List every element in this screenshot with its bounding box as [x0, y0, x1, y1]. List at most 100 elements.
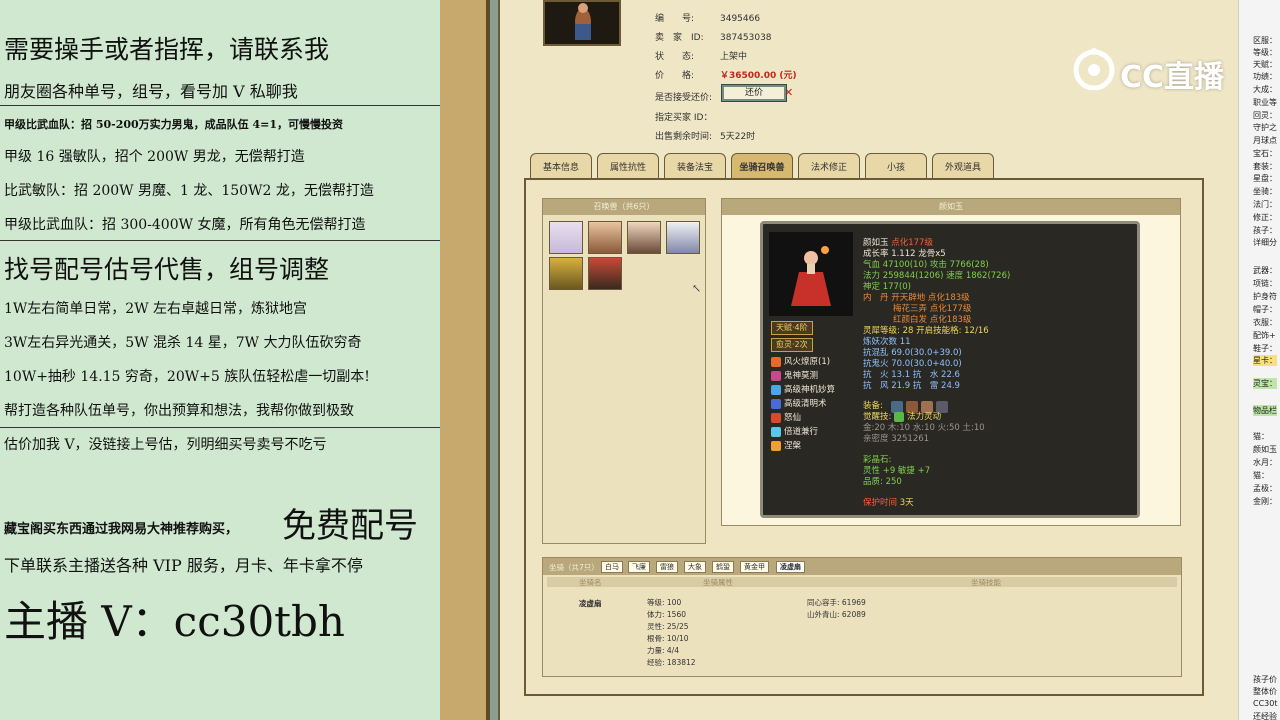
fire-skill-icon — [771, 356, 781, 367]
pet-icon[interactable] — [666, 221, 700, 254]
overlay-line: 甲级比武血队：招 300-400W 女魔，所有角色无偿帮打造 — [4, 217, 366, 233]
overlay-line: 找号配号估号代售，组号调整 — [4, 255, 330, 284]
sheet-cell[interactable]: 星盘： — [1253, 173, 1277, 184]
sheet-cell[interactable]: 功绩： — [1253, 71, 1277, 82]
overlay-line: 估价加我 V，没链接上号估，列明细买号卖号不吃亏 — [4, 437, 327, 453]
mount-skill: 山外青山: 62089 — [807, 610, 866, 619]
sheet-cell[interactable]: 详细分 — [1253, 237, 1277, 248]
skill-row[interactable]: 鬼神莫测 — [771, 369, 818, 381]
sheet-cell[interactable]: 等级： — [1253, 47, 1277, 58]
sheet-cell[interactable]: 职业等 — [1253, 97, 1277, 108]
skill-row[interactable]: 高级清明术 — [771, 397, 827, 409]
sheet-cell[interactable]: 还经验 — [1253, 711, 1277, 720]
pet-stat-card: 天赋·4阶 愈灵·2次 风火燎原(1) 鬼神莫测 高级神机妙算 高级清明术 怒仙… — [760, 221, 1140, 518]
streamer-overlay: 需要操手或者指挥，请联系我 朋友圈各种单号，组号，看号加 V 私聊我 甲级比武血… — [0, 0, 440, 720]
overlay-line: 甲级比武血队：招 50-200万实力男鬼，成品队伍 4=1，可慢慢投资 — [4, 118, 344, 131]
sheet-cell[interactable]: 项链： — [1253, 278, 1277, 289]
mount-tab[interactable]: 雷狼 — [656, 561, 678, 573]
skill-row[interactable]: 涅槃 — [771, 439, 801, 451]
anger-skill-icon — [771, 412, 781, 423]
sheet-cell[interactable]: 衣服： — [1253, 317, 1277, 328]
divider — [0, 240, 440, 241]
pet-icon[interactable] — [627, 221, 661, 254]
mount-table-header — [547, 577, 1177, 587]
overlay-line: 主播 V：cc30tbh — [4, 597, 345, 646]
sheet-cell[interactable]: 守护之 — [1253, 122, 1277, 133]
mount-tab[interactable]: 飞廉 — [628, 561, 650, 573]
pet-icon[interactable] — [588, 257, 622, 290]
sheet-cell[interactable]: 水月： — [1253, 457, 1277, 468]
mount-skill: 同心容手: 61969 — [807, 598, 866, 607]
sheet-cell[interactable]: 星卡： — [1253, 355, 1277, 366]
sheet-cell[interactable]: 武器： — [1253, 265, 1277, 276]
sheet-cell[interactable]: 坐骑： — [1253, 186, 1277, 197]
sheet-cell[interactable]: 天赋： — [1253, 59, 1277, 70]
mount-attr: 力量: 4/4 — [647, 646, 679, 655]
overlay-line: 10W+抽秒 14.15 穷奇，20W+5 族队伍轻松虐一切副本! — [4, 369, 370, 385]
sheet-cell[interactable]: 颜如玉 — [1253, 444, 1277, 455]
sheet-cell[interactable]: 孟极： — [1253, 483, 1277, 494]
mount-tab[interactable]: 黄金甲 — [740, 561, 769, 573]
sheet-cell[interactable]: 修正： — [1253, 212, 1277, 223]
sheet-cell[interactable]: 帽子： — [1253, 304, 1277, 315]
spreadsheet-strip: 区服： 等级： 天赋： 功绩： 大成： 职业等回灵： 守护之月球点宝石： 套装： 星盘： 坐骑： 法… — [1238, 0, 1280, 720]
divider — [0, 427, 440, 428]
pet-icon[interactable] — [549, 257, 583, 290]
sheet-cell[interactable]: 鞋子： — [1253, 343, 1277, 354]
sheet-cell[interactable]: 月球点 — [1253, 135, 1277, 146]
pet-list-header: 召唤兽（共6只） — [543, 199, 705, 215]
mount-tab[interactable]: 白马 — [601, 561, 623, 573]
sheet-cell[interactable]: 回灵： — [1253, 110, 1277, 121]
mount-tab[interactable]: 鹤蛩 — [712, 561, 734, 573]
sheet-cell[interactable]: 区服： — [1253, 35, 1277, 46]
sheet-cell[interactable]: 护身符 — [1253, 291, 1277, 302]
cc-live-logo: CC直播 — [1070, 40, 1240, 100]
clarity-skill-icon — [771, 398, 781, 409]
pet-icon[interactable] — [549, 221, 583, 254]
pet-area: 召唤兽（共6只） ↖ 颜如玉 天赋·4阶 愈灵·2次 风火燎原(1) 鬼神莫测 … — [498, 0, 1238, 720]
sheet-cell[interactable]: 配饰+ — [1253, 330, 1276, 341]
screen: 需要操手或者指挥，请联系我 朋友圈各种单号，组号，看号加 V 私聊我 甲级比武血… — [0, 0, 1280, 720]
quality: 品质: 250 — [863, 477, 902, 487]
mount-attr: 灵性: 25/25 — [647, 622, 689, 631]
speed-skill-icon — [771, 426, 781, 437]
mount-attr: 经验: 183812 — [647, 658, 696, 667]
sheet-cell[interactable]: 整体价 — [1253, 686, 1277, 697]
mount-name: 凌虚扇 — [579, 599, 602, 608]
sheet-cell[interactable]: 宝石： — [1253, 148, 1277, 159]
skill-row[interactable]: 风火燎原(1) — [771, 355, 830, 367]
sheet-cell[interactable]: 灵宝： — [1253, 378, 1277, 389]
mount-attr: 根骨: 10/10 — [647, 634, 689, 643]
skill-row[interactable]: 怒仙 — [771, 411, 801, 423]
mount-tab[interactable]: 大象 — [684, 561, 706, 573]
overlay-line: 朋友圈各种单号，组号，看号加 V 私聊我 — [4, 82, 298, 101]
sheet-cell[interactable]: 法门： — [1253, 199, 1277, 210]
overlay-line: 帮打造各种队伍单号，你出预算和想法，我帮你做到极致 — [4, 403, 354, 419]
overlay-line: 下单联系主播送各种 VIP 服务，月卡、年卡拿不停 — [4, 556, 363, 575]
skill-row[interactable]: 高级神机妙算 — [771, 383, 835, 395]
window-frame — [440, 0, 498, 720]
overlay-line: 藏宝阁买东西通过我网易大神推荐购买， — [4, 522, 239, 537]
sheet-cell[interactable]: 物品栏 — [1253, 405, 1277, 416]
pet-icon[interactable] — [588, 221, 622, 254]
sheet-cell[interactable]: 大成： — [1253, 84, 1277, 95]
logo-text: CC直播 — [1120, 60, 1225, 95]
heal-badge: 愈灵·2次 — [771, 338, 813, 352]
mount-attr: 体力: 1560 — [647, 610, 686, 619]
mount-tab-active[interactable]: 凌虚扇 — [776, 561, 805, 573]
mouse-cursor-icon: ↖ — [692, 282, 702, 295]
sheet-cell[interactable]: 金刚： — [1253, 496, 1277, 507]
intimacy: 亲密度 3251261 — [863, 434, 930, 444]
sheet-cell[interactable]: CC30t — [1253, 699, 1278, 708]
sheet-cell[interactable]: 孩子价 — [1253, 674, 1277, 685]
skill-row[interactable]: 倍道兼行 — [771, 425, 818, 437]
divider — [0, 105, 440, 106]
sheet-cell[interactable]: 猫： — [1253, 470, 1269, 481]
mount-panel: 坐骑（共7只） 白马 飞廉 雷狼 大象 鹤蛩 黄金甲 凌虚扇 坐骑名 坐骑属性 … — [542, 557, 1182, 677]
pet-portrait — [769, 232, 853, 316]
sheet-cell[interactable]: 套装： — [1253, 161, 1277, 172]
sheet-cell[interactable]: 孩子： — [1253, 225, 1277, 236]
ghost-skill-icon — [771, 370, 781, 381]
sheet-cell[interactable]: 猫： — [1253, 431, 1269, 442]
protect-time: 保护时间 3天 — [863, 498, 914, 508]
